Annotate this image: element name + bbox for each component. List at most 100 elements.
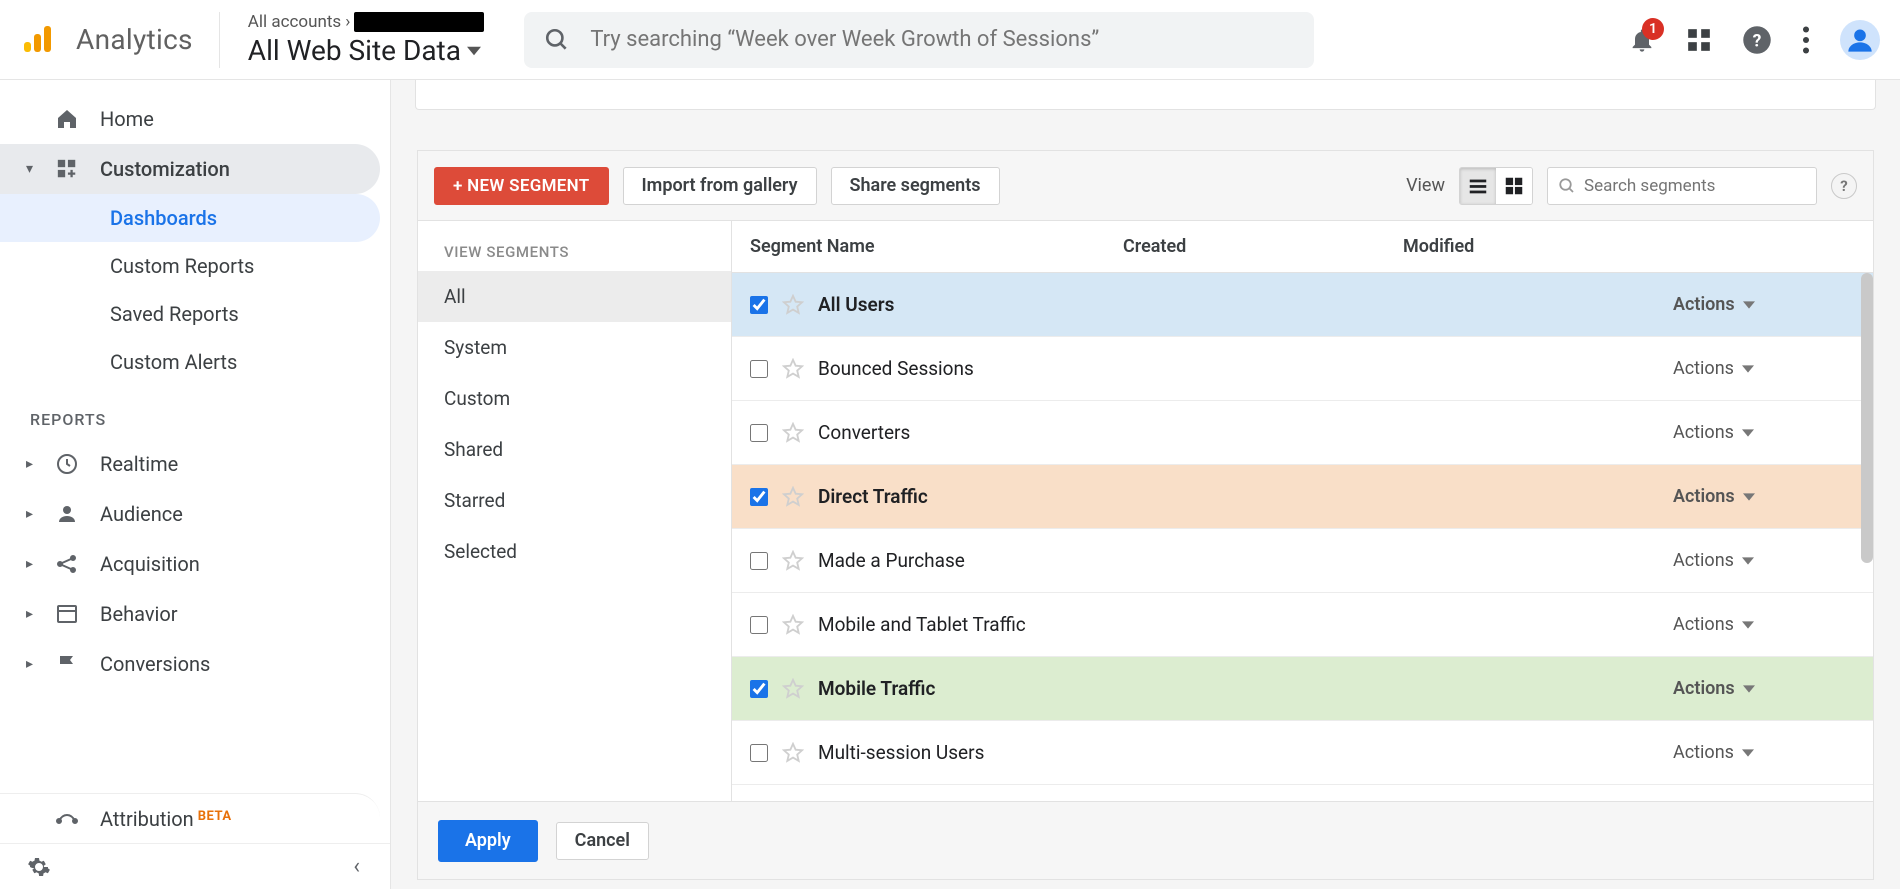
nav-customization[interactable]: ▾ Customization [0, 144, 380, 194]
col-created[interactable]: Created [1123, 236, 1403, 257]
account-avatar[interactable] [1840, 20, 1880, 60]
segment-name: Converters [818, 421, 910, 444]
nav-behavior[interactable]: ▸ Behavior [0, 589, 380, 639]
star-icon[interactable] [782, 358, 804, 380]
view-grid-button[interactable] [1496, 168, 1532, 204]
segment-row[interactable]: Converters Actions [732, 401, 1873, 465]
segment-name: All Users [818, 293, 894, 316]
help-icon[interactable]: ? [1742, 25, 1772, 55]
col-modified[interactable]: Modified [1403, 236, 1673, 257]
customization-icon [54, 158, 80, 180]
segment-row[interactable]: Multi-session Users Actions [732, 721, 1873, 785]
segment-row[interactable]: Mobile Traffic Actions [732, 657, 1873, 721]
filter-custom[interactable]: Custom [418, 373, 731, 424]
scrollbar[interactable] [1861, 273, 1873, 563]
segment-actions[interactable]: Actions [1673, 486, 1873, 507]
col-segment-name[interactable]: Segment Name [732, 236, 1123, 257]
segment-actions[interactable]: Actions [1673, 294, 1873, 315]
chevron-right-icon: › [345, 12, 350, 32]
segment-checkbox[interactable] [750, 680, 768, 698]
nav-conversions[interactable]: ▸ Conversions [0, 639, 380, 689]
more-icon[interactable] [1802, 26, 1810, 54]
segment-row[interactable]: All Users Actions [732, 273, 1873, 337]
nav-sub-dashboards[interactable]: Dashboards [0, 194, 380, 242]
help-button[interactable]: ? [1831, 173, 1857, 199]
segment-actions[interactable]: Actions [1673, 358, 1873, 379]
segment-actions[interactable]: Actions [1673, 422, 1873, 443]
apply-button[interactable]: Apply [438, 820, 538, 862]
segment-actions[interactable]: Actions [1673, 614, 1873, 635]
flag-icon [54, 652, 80, 676]
attribution-icon [54, 807, 80, 831]
segment-actions[interactable]: Actions [1673, 678, 1873, 699]
segment-name: Direct Traffic [818, 485, 928, 508]
collapse-nav[interactable]: ‹ [353, 854, 360, 879]
cancel-button[interactable]: Cancel [556, 822, 649, 860]
nav-attribution[interactable]: AttributionBETA [0, 793, 380, 843]
apps-icon[interactable] [1686, 27, 1712, 53]
svg-text:?: ? [1753, 31, 1762, 51]
account-selector[interactable]: All accounts › All Web Site Data [248, 12, 485, 67]
star-icon[interactable] [782, 422, 804, 444]
filter-system[interactable]: System [418, 322, 731, 373]
new-segment-button[interactable]: + NEW SEGMENT [434, 167, 609, 205]
caret-right-icon: ▸ [26, 656, 40, 672]
segment-search-input[interactable] [1584, 176, 1806, 196]
segment-checkbox[interactable] [750, 552, 768, 570]
segment-checkbox[interactable] [750, 616, 768, 634]
segment-name: Mobile Traffic [818, 677, 935, 700]
segment-filters: VIEW SEGMENTS AllSystemCustomSharedStarr… [418, 221, 732, 801]
filter-starred[interactable]: Starred [418, 475, 731, 526]
nav-audience[interactable]: ▸ Audience [0, 489, 380, 539]
segment-checkbox[interactable] [750, 424, 768, 442]
star-icon[interactable] [782, 294, 804, 316]
view-toggle [1459, 167, 1533, 205]
notifications-button[interactable]: 1 [1628, 26, 1656, 54]
product-logo[interactable]: Analytics [20, 12, 220, 68]
nav-sub-custom-alerts[interactable]: Custom Alerts [0, 338, 380, 386]
view-list-button[interactable] [1460, 168, 1496, 204]
segment-checkbox[interactable] [750, 488, 768, 506]
gear-icon[interactable] [26, 855, 52, 879]
nav-sub-custom-reports[interactable]: Custom Reports [0, 242, 380, 290]
segment-row[interactable]: Mobile and Tablet TrafficActions [732, 593, 1873, 657]
caret-down-icon [467, 44, 481, 58]
star-icon[interactable] [782, 742, 804, 764]
segment-actions[interactable]: Actions [1673, 742, 1873, 763]
nav-home-label: Home [100, 107, 154, 131]
filter-selected[interactable]: Selected [418, 526, 731, 577]
star-icon[interactable] [782, 550, 804, 572]
filter-all[interactable]: All [418, 271, 731, 322]
segment-row[interactable]: Bounced Sessions Actions [732, 337, 1873, 401]
search-input[interactable] [590, 27, 1294, 52]
segment-search[interactable] [1547, 167, 1817, 205]
segment-name: Multi-session Users [818, 741, 984, 764]
segment-checkbox[interactable] [750, 744, 768, 762]
nav-sub-saved-reports[interactable]: Saved Reports [0, 290, 380, 338]
breadcrumb-root: All accounts [248, 12, 341, 32]
segment-row[interactable]: Made a PurchaseActions [732, 529, 1873, 593]
share-segments-button[interactable]: Share segments [831, 167, 1000, 205]
table-header: Segment Name Created Modified [732, 221, 1873, 273]
list-icon [1467, 175, 1489, 197]
segment-checkbox[interactable] [750, 360, 768, 378]
segment-name: Bounced Sessions [818, 357, 974, 380]
beta-badge: BETA [198, 809, 232, 824]
caret-right-icon: ▸ [26, 456, 40, 472]
search-bar[interactable] [524, 12, 1314, 68]
nav-home[interactable]: Home [0, 94, 380, 144]
nav-realtime[interactable]: ▸ Realtime [0, 439, 380, 489]
nav-customization-label: Customization [100, 157, 230, 181]
nav-acquisition[interactable]: ▸ Acquisition [0, 539, 380, 589]
analytics-logo-icon [20, 22, 56, 58]
sidebar: Home ▾ Customization Dashboards Custom R… [0, 80, 390, 889]
segment-row[interactable]: Direct Traffic Actions [732, 465, 1873, 529]
star-icon[interactable] [782, 614, 804, 636]
filter-shared[interactable]: Shared [418, 424, 731, 475]
star-icon[interactable] [782, 486, 804, 508]
segment-checkbox[interactable] [750, 296, 768, 314]
import-gallery-button[interactable]: Import from gallery [623, 167, 817, 205]
segment-actions[interactable]: Actions [1673, 550, 1873, 571]
segment-row[interactable]: New UsersActions [732, 785, 1873, 801]
star-icon[interactable] [782, 678, 804, 700]
